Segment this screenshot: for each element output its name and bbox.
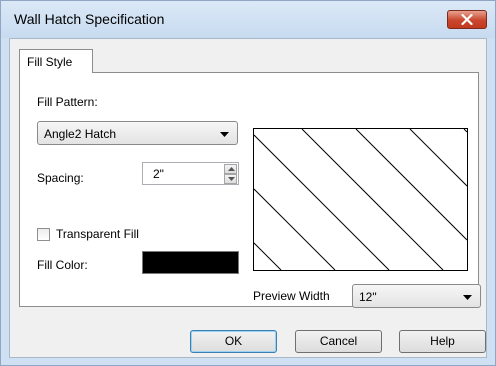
spacing-value: 2" — [153, 167, 164, 181]
spacing-label: Spacing: — [37, 171, 84, 185]
ok-button[interactable]: OK — [190, 330, 277, 353]
arrow-down-icon — [228, 177, 235, 181]
preview-width-dropdown[interactable]: 12" — [352, 284, 481, 308]
close-icon — [461, 14, 473, 25]
title-bar[interactable]: Wall Hatch Specification — [1, 1, 495, 38]
preview-width-value: 12" — [359, 290, 377, 304]
spacing-increment-button[interactable] — [224, 164, 237, 174]
chevron-down-icon — [463, 295, 472, 300]
cancel-button[interactable]: Cancel — [295, 330, 382, 353]
chevron-down-icon — [220, 132, 229, 137]
spacing-stepper[interactable] — [224, 164, 237, 185]
window-title: Wall Hatch Specification — [14, 11, 165, 27]
fill-pattern-label: Fill Pattern: — [37, 95, 98, 109]
close-button[interactable] — [447, 10, 487, 29]
arrow-up-icon — [228, 167, 235, 171]
fill-style-panel: Fill Pattern: Angle2 Hatch Spacing: 2" T… — [19, 72, 481, 308]
spacing-input[interactable]: 2" — [142, 162, 239, 185]
help-button[interactable]: Help — [399, 330, 486, 353]
dialog-window: Wall Hatch Specification Fill Style Fill… — [0, 0, 496, 366]
fill-color-label: Fill Color: — [37, 258, 88, 272]
dialog-client-area: Fill Style Fill Pattern: Angle2 Hatch Sp… — [9, 38, 487, 358]
tab-fill-style[interactable]: Fill Style — [19, 49, 93, 73]
transparent-fill-checkbox[interactable] — [37, 228, 50, 241]
preview-width-label: Preview Width — [253, 289, 330, 303]
spacing-decrement-button[interactable] — [224, 174, 237, 184]
hatch-preview — [253, 128, 468, 271]
fill-pattern-dropdown[interactable]: Angle2 Hatch — [37, 121, 238, 145]
fill-color-button[interactable] — [142, 251, 239, 274]
fill-pattern-value: Angle2 Hatch — [44, 127, 117, 141]
tab-fill-style-label: Fill Style — [27, 55, 73, 69]
transparent-fill-label[interactable]: Transparent Fill — [56, 227, 139, 241]
hatch-preview-drawing — [253, 128, 468, 271]
